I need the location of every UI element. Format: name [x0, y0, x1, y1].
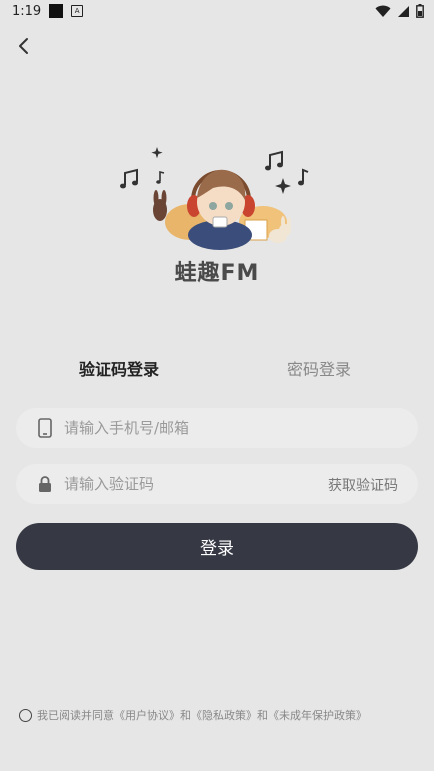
- a-app-icon: A: [71, 5, 84, 17]
- app-name: 蛙趣FM: [174, 261, 260, 286]
- status-right: [375, 4, 424, 18]
- wifi-icon: [375, 5, 391, 17]
- signal-icon: [398, 5, 409, 17]
- agreement-checkbox[interactable]: [19, 708, 32, 722]
- status-left: 1:19 A: [12, 3, 84, 19]
- code-input[interactable]: [62, 474, 316, 494]
- tab-password-login[interactable]: 密码登录: [287, 356, 351, 380]
- phone-input[interactable]: [62, 418, 316, 438]
- privacy-policy-link[interactable]: 《隐私政策》: [191, 707, 257, 723]
- get-code-button[interactable]: 获取验证码: [328, 475, 398, 495]
- phone-icon: [38, 418, 52, 438]
- login-screen: 1:19 A 蛙趣FM 验证码登录 密码登录 请输入手机号/邮箱 请输入验证码 …: [0, 0, 434, 771]
- code-field[interactable]: 获取验证码: [16, 464, 418, 504]
- notification-square-icon: [49, 4, 64, 18]
- status-bar: 1:19 A: [0, 0, 434, 22]
- tab-code-login[interactable]: 验证码登录: [79, 356, 159, 380]
- back-button[interactable]: [8, 30, 40, 62]
- chevron-left-icon: [19, 38, 28, 54]
- phone-field[interactable]: [16, 408, 418, 448]
- agreement-and-2: 和: [257, 709, 268, 722]
- minor-policy-link[interactable]: 《未成年保护政策》: [268, 707, 367, 723]
- mascot-image: [120, 147, 309, 250]
- user-agreement-link[interactable]: 《用户协议》: [114, 707, 180, 723]
- status-time: 1:19: [12, 3, 42, 19]
- agreement: 我已阅读并同意 《用户协议》 和 《隐私政策》 和 《未成年保护政策》: [19, 707, 367, 723]
- login-button[interactable]: 登录: [16, 523, 418, 570]
- login-tabs: 验证码登录 密码登录: [0, 356, 434, 382]
- battery-icon: [416, 4, 424, 18]
- agreement-prefix: 我已阅读并同意: [37, 709, 114, 722]
- lock-icon: [39, 476, 51, 492]
- agreement-and-1: 和: [180, 709, 191, 722]
